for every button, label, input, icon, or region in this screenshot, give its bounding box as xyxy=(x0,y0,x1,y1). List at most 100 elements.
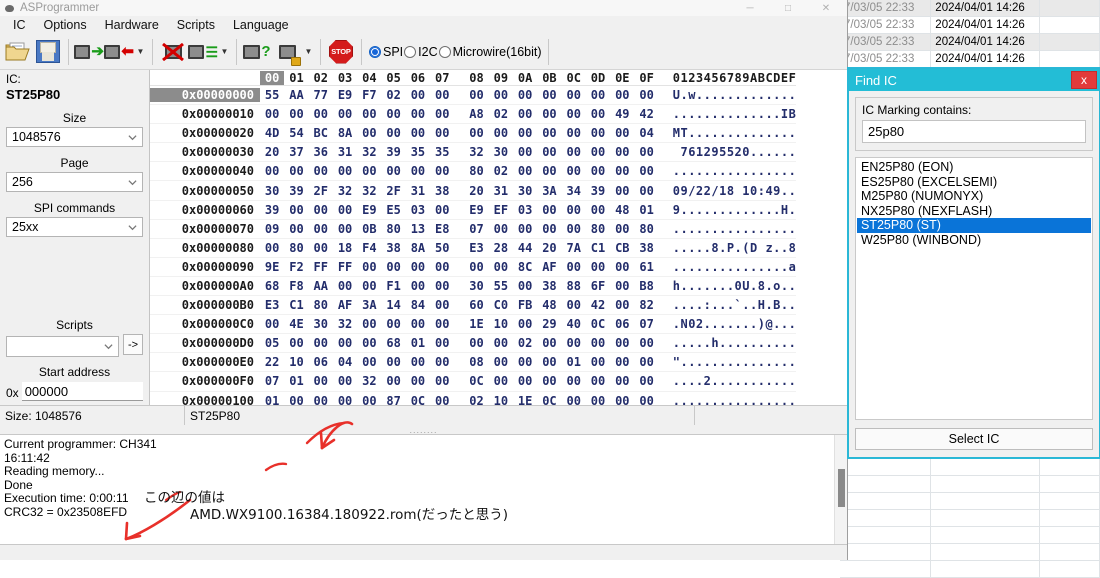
hex-byte-cell[interactable]: 44 xyxy=(513,241,537,255)
hex-byte-cell[interactable]: 00 xyxy=(610,279,634,293)
hex-byte-cell[interactable]: 00 xyxy=(381,355,405,369)
hex-byte-cell[interactable]: F8 xyxy=(284,279,308,293)
menu-scripts[interactable]: Scripts xyxy=(168,17,224,33)
hex-byte-cell[interactable]: 00 xyxy=(430,355,454,369)
hex-byte-cell[interactable]: 00 xyxy=(537,145,561,159)
hex-ascii-cell[interactable]: ....:...`..H.B.. xyxy=(673,298,797,312)
hex-byte-cell[interactable]: 00 xyxy=(634,394,658,405)
hex-byte-cell[interactable]: 35 xyxy=(406,145,430,159)
hex-ascii-cell[interactable]: ....2........... xyxy=(673,374,797,388)
hex-byte-cell[interactable]: 00 xyxy=(634,145,658,159)
hex-byte-cell[interactable]: 34 xyxy=(562,184,586,198)
hex-byte-cell[interactable]: 00 xyxy=(381,374,405,388)
hex-byte-cell[interactable]: 54 xyxy=(284,126,308,140)
hex-row-address[interactable]: 0x00000100 xyxy=(150,394,260,405)
scripts-combobox[interactable] xyxy=(6,336,119,358)
hex-byte-cell[interactable]: 40 xyxy=(562,317,586,331)
hex-byte-cell[interactable]: 55 xyxy=(260,88,284,102)
hex-byte-cell[interactable]: 80 xyxy=(381,222,405,236)
hex-byte-cell[interactable]: 3A xyxy=(357,298,381,312)
hex-byte-cell[interactable]: 01 xyxy=(260,394,284,405)
hex-byte-cell[interactable]: 00 xyxy=(357,336,381,350)
hex-byte-cell[interactable]: BC xyxy=(309,126,333,140)
hex-ascii-cell[interactable]: ................ xyxy=(673,394,797,405)
save-disk-icon[interactable] xyxy=(33,37,63,67)
hex-row-address[interactable]: 0x00000070 xyxy=(150,222,260,236)
hex-byte-cell[interactable]: 00 xyxy=(430,203,454,217)
hex-byte-cell[interactable]: 00 xyxy=(406,279,430,293)
hex-byte-cell[interactable]: 49 xyxy=(610,107,634,121)
hex-ascii-cell[interactable]: .....h.......... xyxy=(673,336,797,350)
hex-byte-cell[interactable]: 00 xyxy=(260,164,284,178)
hex-ascii-cell[interactable]: ..............IB xyxy=(673,107,797,121)
hex-byte-cell[interactable]: 00 xyxy=(430,374,454,388)
hex-row[interactable]: 0x000000F0 07 01 00 00 32 00 00 00 0C 00 00 00 00 00 00… xyxy=(150,372,797,392)
log-pane[interactable]: Current programmer: CH341 16:11:42 Readi… xyxy=(0,434,847,544)
hex-byte-cell[interactable]: E9 xyxy=(357,203,381,217)
hex-byte-cell[interactable]: 00 xyxy=(284,336,308,350)
hex-row-address[interactable]: 0x00000060 xyxy=(150,203,260,217)
hex-byte-cell[interactable]: 00 xyxy=(513,126,537,140)
hex-byte-cell[interactable]: 00 xyxy=(586,336,610,350)
hex-byte-cell[interactable]: AF xyxy=(333,298,357,312)
hex-byte-cell[interactable]: 00 xyxy=(634,184,658,198)
hex-byte-cell[interactable]: 60 xyxy=(464,298,488,312)
hex-byte-cell[interactable]: 00 xyxy=(562,145,586,159)
hex-byte-cell[interactable]: 00 xyxy=(489,88,513,102)
hex-byte-cell[interactable]: 80 xyxy=(464,164,488,178)
hex-byte-cell[interactable]: 00 xyxy=(610,164,634,178)
hex-byte-cell[interactable]: 00 xyxy=(381,107,405,121)
hex-row[interactable]: 0x000000E0 22 10 06 04 00 00 00 00 08 00 00 00 01 00 00… xyxy=(150,353,797,373)
hex-byte-cell[interactable]: 48 xyxy=(537,298,561,312)
hex-byte-cell[interactable]: 00 xyxy=(406,107,430,121)
hex-byte-cell[interactable]: 00 xyxy=(381,126,405,140)
hex-byte-cell[interactable]: 00 xyxy=(333,107,357,121)
protocol-option-spi[interactable]: SPI xyxy=(369,45,403,59)
hex-ascii-cell[interactable]: .N02.......)@... xyxy=(673,317,797,331)
hex-row-address[interactable]: 0x000000D0 xyxy=(150,336,260,350)
hex-byte-cell[interactable]: A8 xyxy=(464,107,488,121)
hex-byte-cell[interactable]: 00 xyxy=(430,336,454,350)
hex-ascii-cell[interactable]: .....8.P.(D z..8 xyxy=(673,241,797,255)
hex-byte-cell[interactable]: 00 xyxy=(406,317,430,331)
hex-byte-cell[interactable]: 00 xyxy=(610,260,634,274)
hex-byte-cell[interactable]: 55 xyxy=(489,279,513,293)
hex-byte-cell[interactable]: 0C xyxy=(537,394,561,405)
ic-result-item[interactable]: NX25P80 (NEXFLASH) xyxy=(857,204,1091,219)
hex-byte-cell[interactable]: 00 xyxy=(284,107,308,121)
hex-byte-cell[interactable]: F4 xyxy=(357,241,381,255)
hex-byte-cell[interactable]: 00 xyxy=(610,394,634,405)
hex-byte-cell[interactable]: 00 xyxy=(537,374,561,388)
protocol-option-i2c[interactable]: I2C xyxy=(404,45,438,59)
menu-ic[interactable]: IC xyxy=(4,17,35,33)
hex-col-header[interactable]: 02 xyxy=(309,71,333,85)
hex-byte-cell[interactable]: E9 xyxy=(464,203,488,217)
hex-row[interactable]: 0x00000040 00 00 00 00 00 00 00 00 80 02 00 00 00 00 00… xyxy=(150,162,797,182)
hex-byte-cell[interactable]: 00 xyxy=(610,145,634,159)
size-combobox[interactable]: 1048576 xyxy=(6,127,143,148)
hex-byte-cell[interactable]: 38 xyxy=(381,241,405,255)
hex-byte-cell[interactable]: 30 xyxy=(489,145,513,159)
hex-byte-cell[interactable]: F2 xyxy=(284,260,308,274)
hex-byte-cell[interactable]: 00 xyxy=(634,355,658,369)
hex-row[interactable]: 0x00000100 01 00 00 00 00 87 0C 00 02 10 1E 0C 00 00 00… xyxy=(150,392,797,405)
hex-col-header[interactable]: 0F xyxy=(634,71,658,85)
hex-byte-cell[interactable]: EF xyxy=(489,203,513,217)
hex-byte-cell[interactable]: 00 xyxy=(586,126,610,140)
hex-row[interactable]: 0x00000030 20 37 36 31 32 39 35 35 32 30 00 00 00 00 00… xyxy=(150,143,797,163)
hex-row[interactable]: 0x000000A0 68 F8 AA 00 00 F1 00 00 30 55 00 38 88 6F 00… xyxy=(150,277,797,297)
hex-byte-cell[interactable]: 00 xyxy=(309,241,333,255)
hex-byte-cell[interactable]: 00 xyxy=(562,164,586,178)
hex-byte-cell[interactable]: 00 xyxy=(537,88,561,102)
hex-row-address[interactable]: 0x00000050 xyxy=(150,184,260,198)
hex-byte-cell[interactable]: F7 xyxy=(357,88,381,102)
hex-byte-cell[interactable]: E3 xyxy=(260,298,284,312)
menu-options[interactable]: Options xyxy=(35,17,96,33)
hex-byte-cell[interactable]: 13 xyxy=(406,222,430,236)
hex-col-header[interactable]: 0E xyxy=(610,71,634,85)
hex-byte-cell[interactable]: 30 xyxy=(309,317,333,331)
hex-byte-cell[interactable]: 00 xyxy=(260,107,284,121)
menu-language[interactable]: Language xyxy=(224,17,298,33)
hex-byte-cell[interactable]: 00 xyxy=(430,317,454,331)
hex-byte-cell[interactable]: 08 xyxy=(464,355,488,369)
